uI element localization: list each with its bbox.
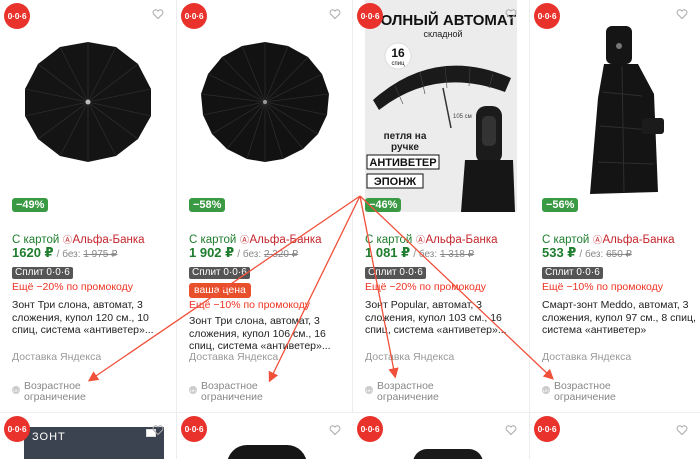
product-info: С картой ⒶАльфа-Банка 1 902 ₽ / без: 2 3…	[189, 234, 349, 353]
product-title[interactable]: Смарт-зонт Meddo, автомат, 3 сложения, к…	[542, 299, 700, 337]
old-price: 2 320 ₽	[263, 249, 299, 260]
image-lettering: 16	[391, 46, 405, 60]
heart-icon[interactable]	[505, 8, 517, 20]
split-tag: Сплит 0·0·6	[189, 267, 250, 279]
age-restriction-icon: 18+	[365, 386, 373, 394]
discount-badge: −58%	[189, 198, 226, 212]
column-divider	[352, 0, 353, 459]
old-price-prefix: / без:	[237, 249, 262, 260]
price-line: 533 ₽ / без: 650 ₽	[542, 246, 700, 262]
split-badge: 0·0·6	[4, 416, 30, 442]
split-badge: 0·0·6	[181, 416, 207, 442]
heart-icon[interactable]	[676, 8, 688, 20]
product-card-5[interactable]: ЗОНТ 0·0·6	[0, 413, 176, 459]
price: 1620 ₽	[12, 245, 54, 260]
discount-badge: −56%	[542, 198, 579, 212]
discount-badge: −46%	[365, 198, 402, 212]
old-price: 1 318 ₽	[439, 249, 475, 260]
old-price: 650 ₽	[606, 249, 632, 260]
product-title[interactable]: Зонт Popular, автомат, 3 сложения, купол…	[365, 299, 525, 337]
price: 1 081 ₽	[365, 245, 411, 260]
price: 533 ₽	[542, 245, 577, 260]
product-image[interactable]	[227, 445, 307, 459]
image-lettering: ПОЛНЫЙ АВТОМАТ	[370, 11, 516, 29]
old-price: 1 975 ₽	[83, 249, 118, 260]
promo-text: Ещё −10% по промокоду	[542, 281, 664, 293]
product-card-6[interactable]: 0·0·6	[177, 413, 353, 459]
bank-name: Альфа-Банка	[602, 234, 675, 246]
old-price-prefix: / без:	[413, 249, 438, 260]
product-card-8[interactable]: 0·0·6	[530, 413, 700, 459]
split-badge: 0·0·6	[357, 3, 383, 29]
price-line: 1620 ₽ / без: 1 975 ₽	[12, 246, 172, 262]
old-price-prefix: / без:	[579, 249, 604, 260]
image-lettering: 105 см	[453, 114, 472, 120]
product-card-3[interactable]: ПОЛНЫЙ АВТОМАТ складной 16 спиц 105 см п…	[353, 0, 529, 412]
promo-text: Ещё −10% по промокоду	[189, 299, 311, 311]
heart-icon[interactable]	[676, 424, 688, 436]
heart-icon[interactable]	[152, 424, 164, 436]
column-divider	[176, 0, 177, 459]
product-image[interactable]	[189, 22, 341, 212]
promo-text: Ещё −20% по промокоду	[12, 281, 134, 293]
image-lettering: складной	[423, 29, 462, 39]
age-restriction-icon: 18+	[542, 386, 550, 394]
image-lettering: АНТИВЕТЕР	[369, 157, 436, 169]
discount-badge: −49%	[12, 198, 49, 212]
bank-name: Альфа-Банка	[249, 234, 322, 246]
image-caption: ЗОНТ	[32, 431, 66, 443]
heart-icon[interactable]	[505, 424, 517, 436]
delivery-label: Доставка Яндекса	[542, 351, 632, 363]
product-card-1[interactable]: 0·0·6 −49% С картой ⒶАльфа-Банка 1620 ₽ …	[0, 0, 176, 412]
heart-icon[interactable]	[329, 424, 341, 436]
product-card-4[interactable]: 0·0·6 −56% С картой ⒶАльфа-Банка 533 ₽ /…	[530, 0, 700, 412]
product-title[interactable]: Зонт Три слона, автомат, 3 сложения, куп…	[12, 299, 172, 337]
your-price-tag: ваша цена	[189, 283, 251, 298]
heart-icon[interactable]	[152, 8, 164, 20]
promo-text: Ещё −20% по промокоду	[365, 281, 487, 293]
alfa-bank-icon: Ⓐ	[415, 235, 425, 245]
delivery-label: Доставка Яндекса	[189, 351, 279, 363]
bank-name: Альфа-Банка	[425, 234, 498, 246]
split-badge: 0·0·6	[357, 416, 383, 442]
product-card-2[interactable]: 0·0·6 −58% С картой ⒶАльфа-Банка 1 902 ₽…	[177, 0, 353, 412]
delivery-label: Доставка Яндекса	[12, 351, 102, 363]
product-image[interactable]	[542, 22, 694, 212]
column-divider	[529, 0, 530, 459]
alfa-bank-icon: Ⓐ	[592, 235, 602, 245]
bank-name: Альфа-Банка	[72, 234, 145, 246]
image-lettering: ручке	[391, 142, 419, 153]
split-badge: 0·0·6	[534, 416, 560, 442]
alfa-bank-icon: Ⓐ	[239, 235, 249, 245]
price: 1 902 ₽	[189, 245, 235, 260]
product-image[interactable]	[413, 449, 483, 459]
product-title[interactable]: Зонт Три слона, автомат, 3 сложения, куп…	[189, 315, 349, 353]
alfa-bank-icon: Ⓐ	[62, 235, 72, 245]
product-image[interactable]: ПОЛНЫЙ АВТОМАТ складной 16 спиц 105 см п…	[365, 0, 517, 212]
product-info: С картой ⒶАльфа-Банка 1620 ₽ / без: 1 97…	[12, 234, 172, 337]
product-grid: 0·0·6 −49% С картой ⒶАльфа-Банка 1620 ₽ …	[0, 0, 700, 459]
product-card-7[interactable]: 0·0·6	[353, 413, 529, 459]
price-line: 1 081 ₽ / без: 1 318 ₽	[365, 246, 525, 262]
price-line: 1 902 ₽ / без: 2 320 ₽	[189, 246, 349, 262]
product-info: С картой ⒶАльфа-Банка 1 081 ₽ / без: 1 3…	[365, 234, 525, 337]
age-restriction-icon: 18+	[189, 386, 197, 394]
product-image[interactable]: ЗОНТ	[24, 427, 164, 459]
image-lettering: ЭПОНЖ	[374, 176, 416, 188]
split-tag: Сплит 0·0·6	[12, 267, 73, 279]
delivery-label: Доставка Яндекса	[365, 351, 455, 363]
product-image[interactable]	[12, 22, 164, 212]
image-lettering: спиц	[391, 61, 405, 67]
heart-icon[interactable]	[329, 8, 341, 20]
split-tag: Сплит 0·0·6	[365, 267, 426, 279]
image-lettering: петля на	[384, 131, 427, 142]
split-tag: Сплит 0·0·6	[542, 267, 603, 279]
age-restriction-icon: 18+	[12, 386, 20, 394]
product-info: С картой ⒶАльфа-Банка 533 ₽ / без: 650 ₽…	[542, 234, 700, 337]
old-price-prefix: / без:	[56, 249, 81, 260]
